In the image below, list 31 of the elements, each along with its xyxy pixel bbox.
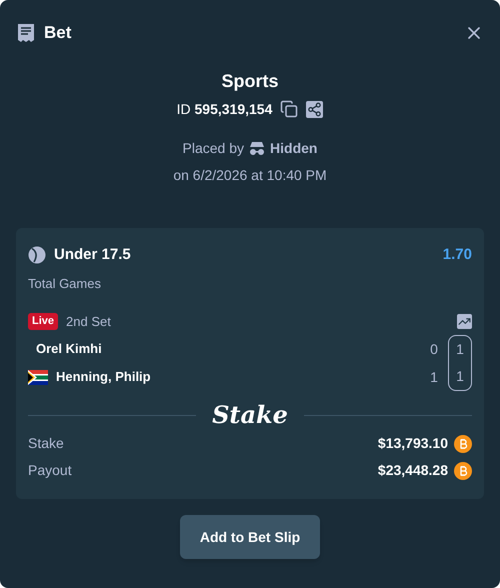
score-value: 1	[455, 340, 465, 359]
player-name: Orel Kimhi	[36, 340, 102, 358]
total-amount: $13,793.10	[378, 434, 448, 453]
placed-by-user: Hidden	[270, 138, 318, 158]
bet-category: Sports	[221, 70, 278, 93]
period-label: 2nd Set	[66, 312, 111, 330]
total-amount: $23,448.28	[378, 461, 448, 480]
tennis-ball-icon	[28, 246, 46, 264]
score-value: 1	[455, 367, 465, 386]
placed-date: on 6/2/2026 at 10:40 PM	[173, 166, 327, 184]
live-badge: Live	[28, 313, 58, 330]
player-name: Henning, Philip	[56, 368, 151, 386]
total-label: Stake	[28, 434, 64, 453]
selection-name: Under 17.5	[54, 244, 131, 264]
receipt-icon	[16, 22, 36, 43]
stats-button[interactable]	[457, 314, 472, 329]
bitcoin-icon	[454, 462, 472, 480]
score-value: 0	[429, 340, 439, 358]
add-to-bet-slip-button[interactable]: Add to Bet Slip	[180, 515, 320, 559]
bitcoin-icon	[454, 434, 472, 452]
placed-by-label: Placed by	[182, 138, 244, 158]
incognito-icon	[248, 140, 266, 156]
dialog-title: Bet	[44, 22, 72, 44]
market-name: Total Games	[28, 275, 102, 293]
bet-id: ID 595,319,154	[176, 100, 272, 118]
stake-logo: Stake	[212, 403, 288, 427]
odds-value: 1.70	[442, 244, 472, 264]
copy-button[interactable]	[280, 100, 298, 118]
share-button[interactable]	[306, 100, 324, 118]
total-label: Payout	[28, 461, 72, 480]
score-value: 1	[429, 368, 439, 386]
